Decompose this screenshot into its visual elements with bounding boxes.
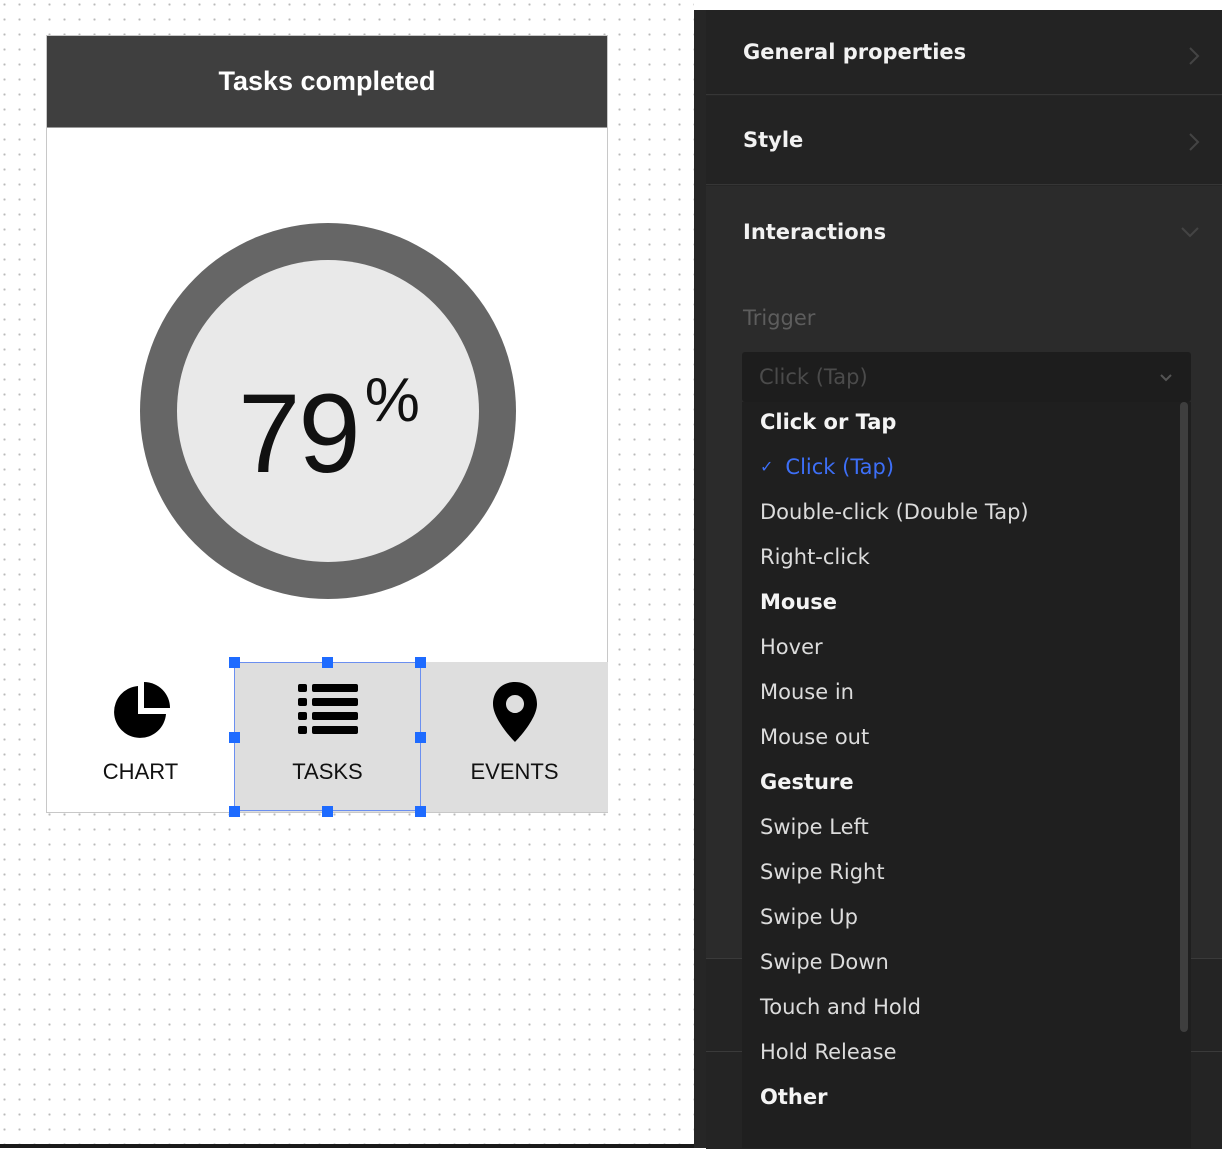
dropdown-option[interactable]: Hold Release: [760, 1040, 897, 1064]
panel-top-strip: [694, 0, 1222, 10]
resize-handle-top[interactable]: [322, 657, 333, 668]
resize-handle-left[interactable]: [229, 732, 240, 743]
dropdown-option[interactable]: Mouse in: [760, 680, 854, 704]
dropdown-group-header: Other: [760, 1085, 828, 1109]
chevron-down-icon: [1181, 227, 1199, 238]
canvas-bottom-edge: [0, 1144, 694, 1148]
checkmark-icon: ✓: [760, 457, 774, 476]
map-pin-icon: [492, 682, 537, 742]
tab-chart-label: CHART: [102, 759, 179, 784]
section-interactions-title: Interactions: [743, 220, 887, 244]
resize-handle-top-right[interactable]: [415, 657, 426, 668]
trigger-dropdown-menu[interactable]: Click or Tap ✓ Click (Tap) Double-click (…: [742, 402, 1191, 1148]
dropdown-option[interactable]: Swipe Left: [760, 815, 869, 839]
chevron-right-icon: [1189, 47, 1200, 65]
gauge-unit: %: [364, 366, 420, 435]
resize-handle-top-left[interactable]: [229, 657, 240, 668]
dropdown-option[interactable]: Mouse out: [760, 725, 869, 749]
tab-bar: CHART TASKS EVENTS: [47, 662, 608, 812]
list-icon: [297, 684, 358, 734]
resize-handle-bottom[interactable]: [322, 806, 333, 817]
dropdown-option[interactable]: Hover: [760, 635, 823, 659]
pie-chart-icon: [113, 682, 170, 738]
section-interactions[interactable]: Interactions: [706, 186, 1222, 278]
dropdown-option[interactable]: Swipe Down: [760, 950, 889, 974]
phone-screen[interactable]: Tasks completed 79% CHART TASKS EVENTS: [46, 35, 608, 813]
dropdown-group-header: Mouse: [760, 590, 838, 614]
dropdown-option[interactable]: Double-click (Double Tap): [760, 500, 1029, 524]
trigger-label: Trigger: [743, 306, 816, 330]
dropdown-group-header: Click or Tap: [760, 410, 897, 434]
progress-gauge[interactable]: 79%: [140, 223, 516, 599]
dropdown-option[interactable]: Swipe Up: [760, 905, 858, 929]
section-general-title: General properties: [743, 40, 967, 64]
tab-tasks-label: TASKS: [292, 759, 363, 784]
resize-handle-bottom-left[interactable]: [229, 806, 240, 817]
section-style-title: Style: [743, 128, 804, 152]
chevron-right-icon: [1189, 133, 1200, 151]
gauge-value: 79%: [177, 370, 479, 496]
dropdown-option-click-tap[interactable]: ✓ Click (Tap): [760, 455, 894, 479]
dropdown-option[interactable]: Swipe Right: [760, 860, 885, 884]
chevron-down-icon: [1160, 374, 1172, 382]
gauge-number: 79: [238, 371, 361, 496]
section-style[interactable]: Style: [706, 96, 1222, 185]
dropdown-group-header: Gesture: [760, 770, 854, 794]
dropdown-option-label: Click (Tap): [785, 455, 895, 479]
screen-header[interactable]: Tasks completed: [47, 36, 607, 128]
tab-events-label: EVENTS: [470, 759, 559, 784]
resize-handle-right[interactable]: [415, 732, 426, 743]
dropdown-option[interactable]: Touch and Hold: [760, 995, 921, 1019]
properties-panel: General properties Style Interactions Tr…: [694, 0, 1222, 1149]
tab-tasks[interactable]: TASKS: [234, 662, 421, 812]
design-canvas[interactable]: Tasks completed 79% CHART TASKS EVENTS: [0, 0, 694, 1148]
trigger-select[interactable]: Click (Tap): [742, 352, 1191, 402]
trigger-select-value: Click (Tap): [759, 365, 868, 389]
dropdown-scrollbar[interactable]: [1180, 402, 1188, 1032]
dropdown-option[interactable]: Right-click: [760, 545, 870, 569]
section-general-properties[interactable]: General properties: [706, 10, 1222, 95]
tab-events[interactable]: EVENTS: [421, 662, 608, 812]
screen-header-title: Tasks completed: [218, 66, 436, 96]
gauge-inner-circle: 79%: [177, 260, 479, 562]
resize-handle-bottom-right[interactable]: [415, 806, 426, 817]
tab-chart[interactable]: CHART: [47, 662, 234, 812]
